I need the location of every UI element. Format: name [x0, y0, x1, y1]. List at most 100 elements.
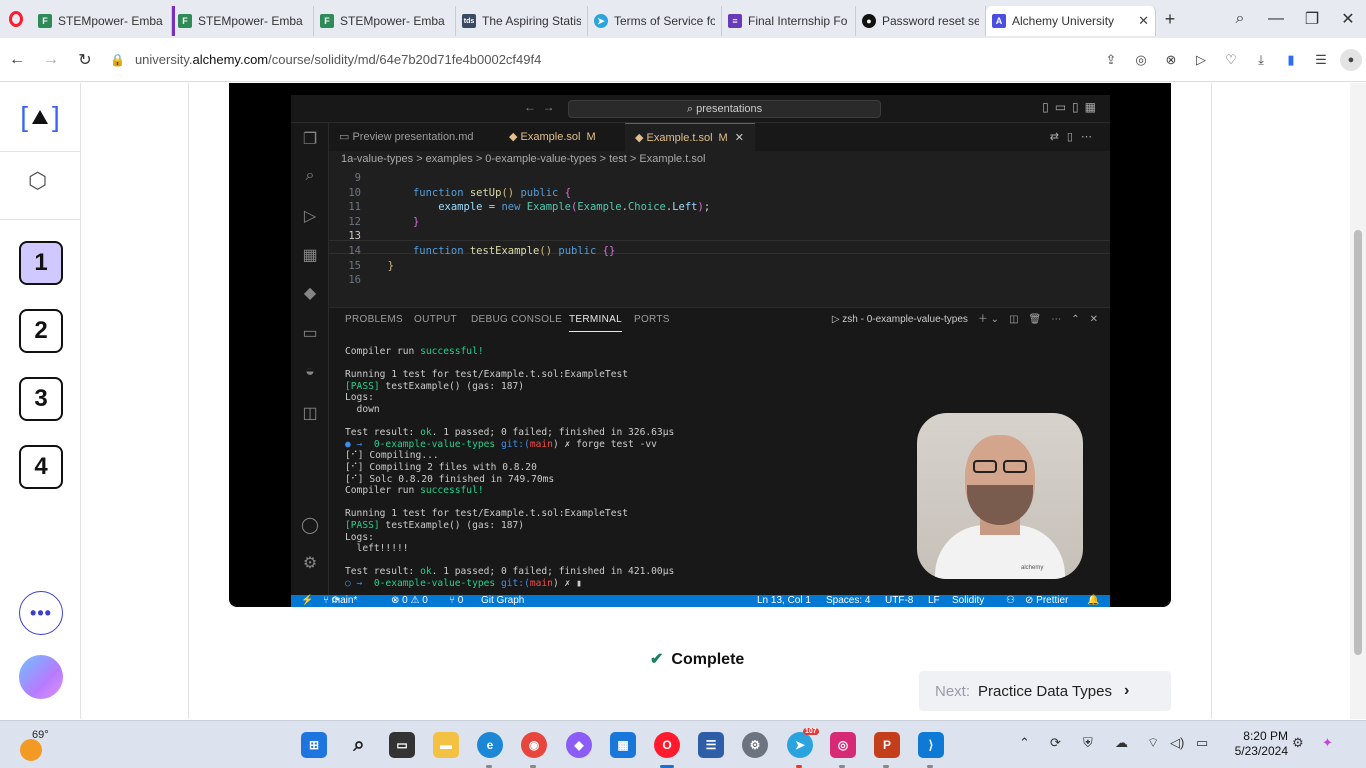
new-tab-button[interactable]: +	[1156, 9, 1184, 30]
presenter-beard	[967, 485, 1033, 525]
defender-icon[interactable]: ⛨	[1083, 735, 1093, 751]
complete-status[interactable]: ✔ Complete	[650, 649, 744, 669]
url-domain: alchemy.com	[192, 52, 269, 67]
edge-icon[interactable]: e	[477, 732, 503, 758]
instagram-icon[interactable]: ◎	[830, 732, 856, 758]
browser-tab[interactable]: ≡ Final Internship Fo	[722, 6, 856, 36]
stempower-icon: F	[320, 14, 334, 28]
start-icon[interactable]: ⊞	[301, 732, 327, 758]
account-icon: ◯	[301, 517, 319, 534]
more-button[interactable]: •••	[19, 591, 63, 635]
lesson-video[interactable]: ← → ⌕ presentations ▯▭▯▦ ❐ ⌕ ▷ ▦ ◆ ▭ ◒ ◫…	[229, 83, 1171, 607]
back-icon[interactable]: ←	[0, 51, 34, 69]
sidebar-divider	[0, 151, 80, 152]
vscode-titlebar: ← → ⌕ presentations ▯▭▯▦	[291, 95, 1110, 123]
vpn-icon[interactable]: ◆	[566, 732, 592, 758]
vscode-search: ⌕ presentations	[568, 100, 881, 118]
editor-tab-active: ◆ Example.t.sol M ✕	[625, 123, 755, 151]
notifications-icon: 🔔	[1087, 595, 1100, 606]
chevron-up-icon[interactable]: ⌃	[1019, 735, 1030, 751]
terminal-name: zsh - 0-example-value-types	[842, 314, 968, 325]
vscode-icon[interactable]: ⟩	[918, 732, 944, 758]
gear-icon: ⚙	[302, 555, 318, 572]
panel-tab-debug-console: DEBUG CONSOLE	[471, 314, 563, 325]
hexagon-cluster-icon[interactable]: ⬡	[28, 168, 47, 194]
chrome-icon[interactable]: ◉	[521, 732, 547, 758]
vscode-activity-bar: ❐ ⌕ ▷ ▦ ◆ ▭ ◒ ◫ ◯ ⚙	[291, 123, 329, 595]
settings-icon[interactable]: ⚙	[742, 732, 768, 758]
url-field[interactable]: university.alchemy.com/course/solidity/m…	[135, 52, 541, 67]
next-lesson-button[interactable]: Next: Practice Data Types ›	[919, 671, 1171, 711]
browser-tab[interactable]: ➤ Terms of Service fo	[588, 6, 722, 36]
browser-tab[interactable]: tds The Aspiring Statist	[456, 6, 588, 36]
docker-icon: ◒	[305, 363, 315, 380]
notepad-icon[interactable]: ☰	[698, 732, 724, 758]
browser-toolbar: ⇪ ◎ ⊗ ▷ ♡ ⤓ ▮ ☰ ●	[1096, 48, 1366, 71]
user-avatar[interactable]	[19, 655, 63, 699]
forward-icon[interactable]: →	[34, 51, 68, 69]
task-view-icon[interactable]: ▭	[389, 732, 415, 758]
store-icon[interactable]: ▦	[610, 732, 636, 758]
browser-tab[interactable]: F STEMpower- Emba	[314, 6, 456, 36]
adblock-icon[interactable]: ⊗	[1156, 52, 1186, 68]
presenter-webcam: alchemy	[917, 413, 1083, 579]
battery-icon[interactable]: ▭	[1196, 735, 1208, 751]
close-tab-icon[interactable]: ✕	[1132, 13, 1149, 29]
system-clock[interactable]: 8:20 PM 5/23/2024	[1230, 729, 1288, 759]
search-icon: ⌕	[305, 167, 315, 184]
file-explorer-icon[interactable]: ▬	[433, 732, 459, 758]
copilot-icon[interactable]: ✦	[1322, 735, 1333, 751]
wallet-icon[interactable]: ▮	[1276, 52, 1306, 68]
browser-tab-active[interactable]: A Alchemy University ✕	[986, 6, 1156, 36]
page-scrollbar-thumb[interactable]	[1354, 230, 1362, 655]
step-1-button[interactable]: 1	[19, 241, 63, 285]
sidebar-divider	[0, 219, 80, 220]
search-icon[interactable]: ⌕	[346, 732, 372, 758]
play-icon[interactable]: ▷	[1186, 52, 1216, 68]
opera-logo-icon[interactable]	[0, 0, 32, 38]
onedrive-icon[interactable]: ☁	[1115, 735, 1128, 751]
tds-icon: tds	[462, 14, 476, 28]
step-4-button[interactable]: 4	[19, 445, 63, 489]
telegram-icon: ➤	[594, 14, 608, 28]
heart-icon[interactable]: ♡	[1216, 52, 1246, 68]
weather-widget[interactable]: 69°	[20, 729, 50, 761]
shirt-logo: alchemy	[1021, 565, 1044, 571]
course-sidebar: [] ⬡ 1 2 3 4 •••	[0, 83, 81, 719]
menu-icon[interactable]: ☰	[1306, 52, 1336, 68]
stempower-icon: F	[178, 14, 192, 28]
panel-tab-ports: PORTS	[634, 314, 670, 325]
restore-icon[interactable]: ❐	[1294, 9, 1330, 29]
wifi-icon[interactable]: ⌔	[1147, 735, 1159, 751]
editor-tab-label: Preview presentation.md	[352, 131, 474, 143]
browser-tab[interactable]: F STEMpower- Emba	[172, 6, 314, 36]
reload-icon[interactable]: ↻	[68, 50, 102, 70]
alchemy-logo[interactable]: []	[18, 99, 62, 135]
camera-icon[interactable]: ◎	[1126, 52, 1156, 68]
step-3-button[interactable]: 3	[19, 377, 63, 421]
telegram-icon[interactable]: ➤ 107	[787, 728, 819, 758]
focus-icon[interactable]: ⚙	[1292, 735, 1304, 751]
git-graph-status: Git Graph	[481, 595, 525, 606]
tab-title: Final Internship Fo	[748, 14, 848, 28]
search-tabs-icon[interactable]: ⌕	[1222, 10, 1258, 28]
volume-icon[interactable]: ◁)	[1170, 735, 1184, 751]
stempower-icon: F	[38, 14, 52, 28]
step-2-button[interactable]: 2	[19, 309, 63, 353]
minimize-icon[interactable]: —	[1258, 10, 1294, 28]
powerpoint-icon[interactable]: P	[874, 732, 900, 758]
browser-tab[interactable]: F STEMpower- Emba	[32, 6, 172, 36]
tab-title: STEMpower- Emba	[58, 14, 163, 28]
sync-icon[interactable]: ⟳	[1050, 735, 1061, 751]
account-icon[interactable]: ●	[1340, 48, 1362, 71]
column-divider	[1211, 83, 1212, 719]
download-icon[interactable]: ⤓	[1246, 52, 1276, 68]
opera-icon[interactable]: O	[654, 732, 680, 758]
close-window-icon[interactable]: ✕	[1330, 9, 1366, 29]
clock-date: 5/23/2024	[1234, 744, 1288, 758]
forms-icon: ≡	[728, 14, 742, 28]
share-icon[interactable]: ⇪	[1096, 52, 1126, 68]
modified-badge: M	[718, 132, 728, 144]
browser-tab[interactable]: ● Password reset sen	[856, 6, 986, 36]
lock-icon[interactable]: 🔒	[110, 53, 125, 67]
